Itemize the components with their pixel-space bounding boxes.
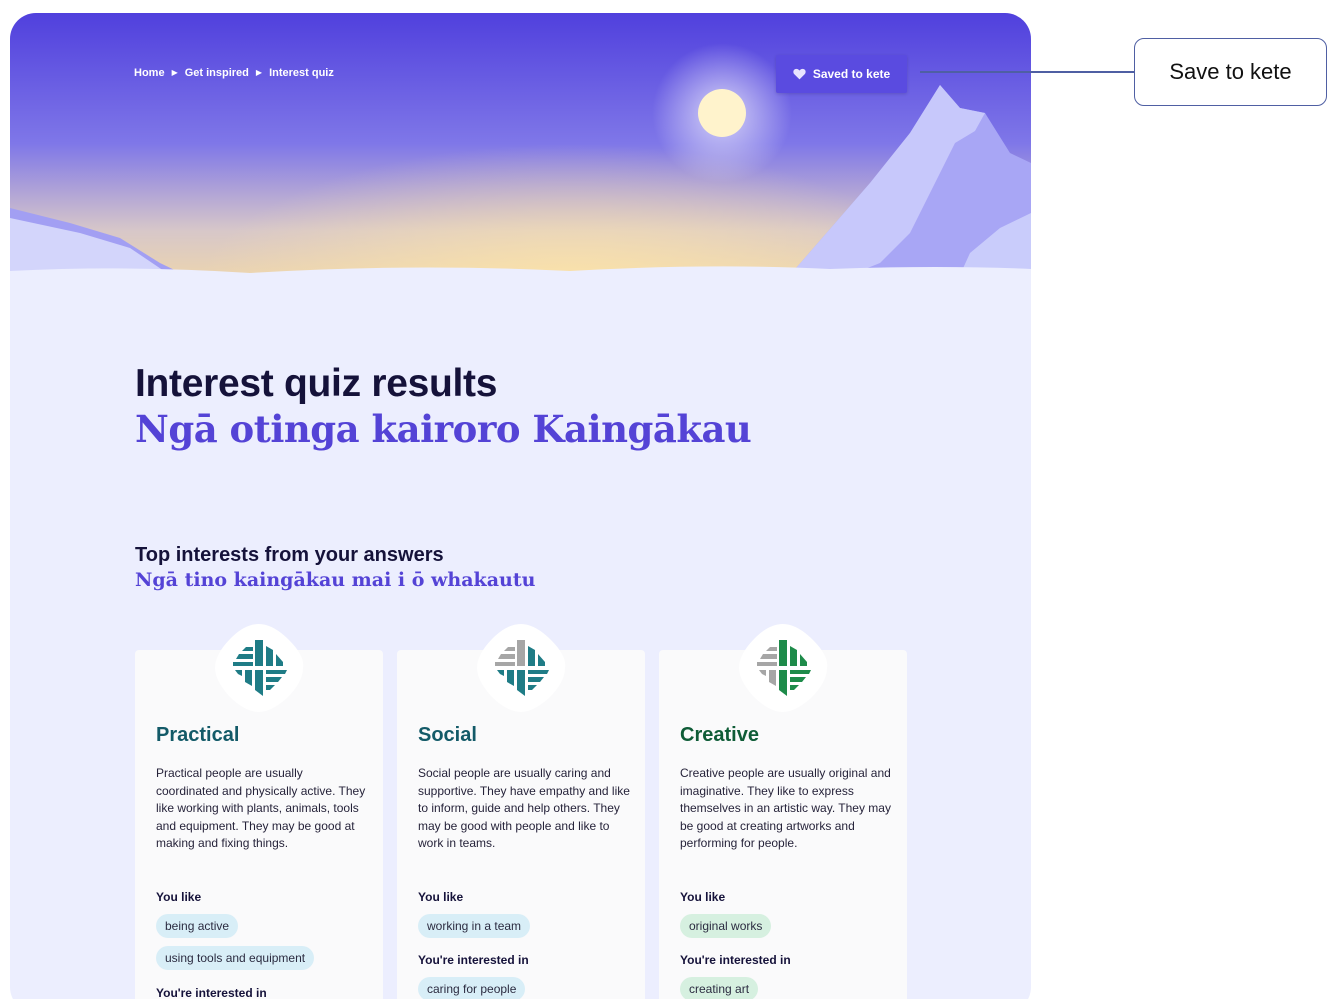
woven-pattern-icon [215, 624, 304, 712]
page-title-maori: Ngā otinga kairoro Kaingākau [135, 407, 752, 451]
you-like-label: You like [156, 890, 202, 904]
interest-card-practical: Practical Practical people are usually c… [135, 624, 383, 999]
woven-pattern-icon [739, 624, 828, 712]
save-button-label: Saved to kete [812, 67, 891, 81]
card-title: Creative [680, 724, 759, 746]
heart-icon [793, 68, 806, 80]
woven-pattern-icon [477, 624, 566, 712]
save-to-kete-button[interactable]: Saved to kete [776, 55, 907, 93]
section-title: Top interests from your answers [135, 544, 444, 566]
triangle-right-icon: ▶ [171, 68, 178, 77]
breadcrumb-get-inspired[interactable]: Get inspired [185, 67, 249, 79]
callout-save-to-kete: Save to kete [1134, 38, 1327, 106]
interested-in-label: You're interested in [156, 986, 267, 999]
page-title: Interest quiz results [135, 362, 498, 405]
tag-pill: using tools and equipment [156, 946, 315, 970]
interested-in-label: You're interested in [680, 953, 791, 967]
callout-connector [920, 71, 1135, 73]
you-like-label: You like [418, 890, 464, 904]
section-title-maori: Ngā tino kaingākau mai i ō whakautu [135, 569, 536, 591]
breadcrumb: Home ▶ Get inspired ▶ Interest quiz [134, 67, 334, 79]
card-description: Practical people are usually coordinated… [156, 766, 366, 850]
breadcrumb-home[interactable]: Home [134, 67, 165, 79]
interest-card-social: Social Social people are usually caring … [397, 624, 645, 999]
interested-in-label: You're interested in [418, 953, 529, 967]
card-description: Social people are usually caring and sup… [418, 766, 630, 850]
tag-pill: being active [156, 914, 239, 938]
card-description: Creative people are usually original and… [680, 766, 891, 850]
tag-pill: creating art [680, 977, 759, 999]
triangle-right-icon: ▶ [255, 68, 263, 77]
tag-pill: working in a team [418, 914, 531, 938]
tag-pill: caring for people [418, 977, 526, 999]
you-like-label: You like [680, 890, 726, 904]
breadcrumb-current: Interest quiz [269, 67, 334, 79]
card-title: Social [418, 724, 477, 746]
interest-card-creative: Creative Creative people are usually ori… [659, 624, 907, 999]
card-title: Practical [156, 724, 240, 746]
page-frame: Home ▶ Get inspired ▶ Interest quiz Save… [10, 13, 1031, 999]
tag-pill: original works [680, 914, 772, 938]
